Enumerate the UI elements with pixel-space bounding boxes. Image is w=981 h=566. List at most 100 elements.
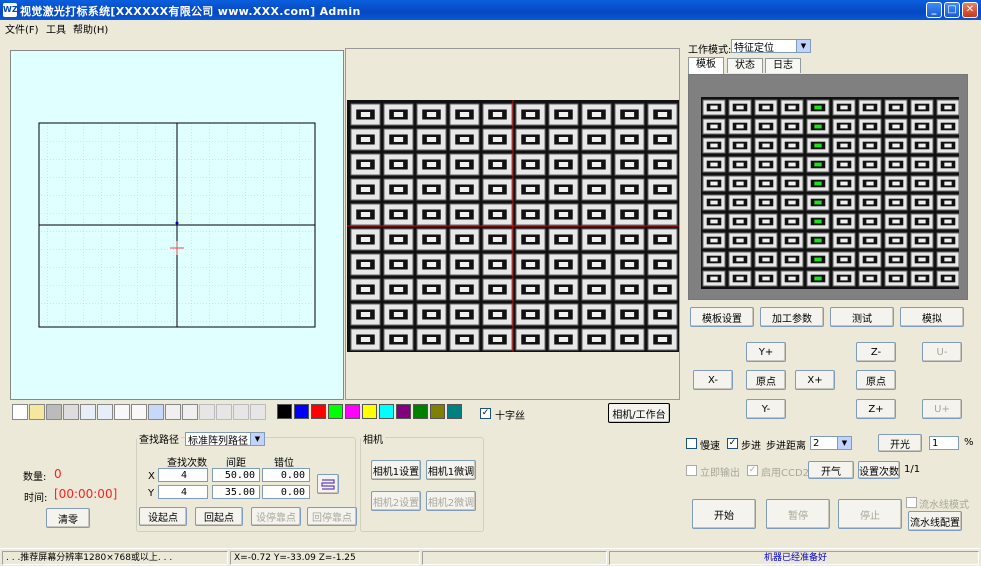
maximize-icon[interactable]: □ <box>944 2 960 18</box>
set-count-button[interactable]: 设置次数 <box>858 461 900 479</box>
minimize-icon[interactable]: _ <box>926 2 942 18</box>
color-swatch[interactable] <box>379 404 394 419</box>
crosshair-checkbox[interactable]: ✓ <box>480 408 491 419</box>
title-bar[interactable]: WZ 视觉激光打标系统[XXXXXX有限公司 www.XXX.com] Admi… <box>0 0 981 20</box>
pipeline-config-button[interactable]: 流水线配置 <box>908 511 962 531</box>
hand-pan-icon[interactable] <box>131 404 147 420</box>
y-spacing-input[interactable]: 35.00 <box>212 485 260 499</box>
return-start-button[interactable]: 回起点 <box>195 507 243 526</box>
open-folder-icon[interactable] <box>29 404 45 420</box>
color-swatch[interactable] <box>311 404 326 419</box>
tab-template[interactable]: 模板 <box>688 57 724 74</box>
zoom-in-icon[interactable] <box>114 404 130 420</box>
color-swatch[interactable] <box>294 404 309 419</box>
set-start-button[interactable]: 设起点 <box>139 507 187 526</box>
jog-z-minus-button[interactable]: Z- <box>856 342 896 362</box>
save-as-icon[interactable] <box>63 404 79 420</box>
jog-u-plus-button[interactable]: U+ <box>922 399 962 419</box>
tray-mark <box>591 162 602 167</box>
jog-x-minus-button[interactable]: X- <box>693 370 733 390</box>
grid-icon[interactable] <box>165 404 181 420</box>
return-park-button[interactable]: 回停靠点 <box>307 507 357 526</box>
time-value: [00:00:00] <box>54 487 118 501</box>
work-mode-label: 工作模式: <box>688 45 732 56</box>
menu-tools[interactable]: 工具 <box>46 21 66 36</box>
color-swatch[interactable] <box>447 404 462 419</box>
z-origin-button[interactable]: 原点 <box>856 370 896 390</box>
tray-mark <box>558 187 569 192</box>
set-park-button[interactable]: 设停靠点 <box>251 507 301 526</box>
tray-mark <box>918 181 926 186</box>
tab-status[interactable]: 状态 <box>727 58 763 73</box>
design-canvas[interactable] <box>10 50 344 400</box>
color-swatch[interactable] <box>362 404 377 419</box>
x-count-input[interactable]: 4 <box>158 468 208 482</box>
gas-on-button[interactable]: 开气 <box>808 461 854 479</box>
tray-mark <box>918 105 926 110</box>
xy-origin-button[interactable]: 原点 <box>746 370 786 390</box>
ellipse-tool-icon <box>233 404 249 420</box>
search-path-select[interactable]: 标准阵列路径 ▼ <box>185 432 265 447</box>
new-file-icon[interactable] <box>12 404 28 420</box>
laser-on-button[interactable]: 开光 <box>878 434 922 452</box>
tray-mark <box>657 162 668 167</box>
tray-mark <box>492 337 503 342</box>
zoom-region-icon[interactable] <box>97 404 113 420</box>
cam2-setup-button[interactable]: 相机2设置 <box>371 491 421 511</box>
camera-worktable-toggle[interactable]: 相机/工作台 <box>608 403 670 423</box>
process-params-button[interactable]: 加工参数 <box>760 307 824 327</box>
work-mode-select[interactable]: 特征定位 ▼ <box>731 39 811 54</box>
menu-file[interactable]: 文件(F) <box>5 21 39 36</box>
chevron-down-icon[interactable]: ▼ <box>837 437 851 449</box>
template-setup-button[interactable]: 模板设置 <box>690 307 754 327</box>
save-icon[interactable] <box>46 404 62 420</box>
jog-y-minus-button[interactable]: Y- <box>746 399 786 419</box>
color-swatch[interactable] <box>396 404 411 419</box>
enable-ccd2-checkbox[interactable]: ✓ <box>747 465 758 476</box>
chevron-down-icon[interactable]: ▼ <box>250 433 264 445</box>
immediate-output-checkbox[interactable] <box>686 465 697 476</box>
jog-y-plus-button[interactable]: Y+ <box>746 342 786 362</box>
y-offset-input[interactable]: 0.00 <box>262 485 310 499</box>
stop-button[interactable]: 停止 <box>838 499 902 529</box>
clear-button[interactable]: 清零 <box>46 508 90 528</box>
step-distance-select[interactable]: 2 ▼ <box>810 436 852 450</box>
jog-x-plus-button[interactable]: X+ <box>795 370 835 390</box>
jog-u-minus-button[interactable]: U- <box>922 342 962 362</box>
tray-mark <box>944 219 952 224</box>
color-swatch[interactable] <box>345 404 360 419</box>
color-swatch[interactable] <box>328 404 343 419</box>
menu-help[interactable]: 帮助(H) <box>73 21 108 36</box>
laser-power-input[interactable]: 1 <box>929 436 959 450</box>
cam1-setup-button[interactable]: 相机1设置 <box>371 460 421 480</box>
chevron-down-icon[interactable]: ▼ <box>796 40 810 52</box>
color-swatch[interactable] <box>430 404 445 419</box>
pipeline-mode-checkbox[interactable] <box>906 497 917 508</box>
y-count-input[interactable]: 4 <box>158 485 208 499</box>
jog-z-plus-button[interactable]: Z+ <box>856 399 896 419</box>
cam1-tune-button[interactable]: 相机1微调 <box>426 460 476 480</box>
tray-mark <box>762 181 770 186</box>
tray-mark <box>525 262 536 267</box>
simulate-button[interactable]: 模拟 <box>900 307 964 327</box>
slow-label: 慢速 <box>700 441 720 452</box>
select-pointer-icon[interactable] <box>80 404 96 420</box>
camera-image <box>347 100 679 352</box>
fit-view-icon[interactable] <box>148 404 164 420</box>
close-icon[interactable]: ✕ <box>962 2 978 18</box>
tray-mark <box>624 162 635 167</box>
color-swatch[interactable] <box>413 404 428 419</box>
camera-view[interactable] <box>345 48 680 400</box>
cam2-tune-button[interactable]: 相机2微调 <box>426 491 476 511</box>
test-button[interactable]: 测试 <box>830 307 894 327</box>
line-tool-icon[interactable] <box>182 404 198 420</box>
tab-log[interactable]: 日志 <box>765 58 801 73</box>
slow-checkbox[interactable] <box>686 438 697 449</box>
start-button[interactable]: 开始 <box>692 499 756 529</box>
pause-button[interactable]: 暂停 <box>766 499 830 529</box>
x-offset-input[interactable]: 0.00 <box>262 468 310 482</box>
x-spacing-input[interactable]: 50.00 <box>212 468 260 482</box>
color-swatch[interactable] <box>277 404 292 419</box>
path-pattern-button[interactable] <box>317 474 339 494</box>
step-checkbox[interactable]: ✓ <box>727 438 738 449</box>
